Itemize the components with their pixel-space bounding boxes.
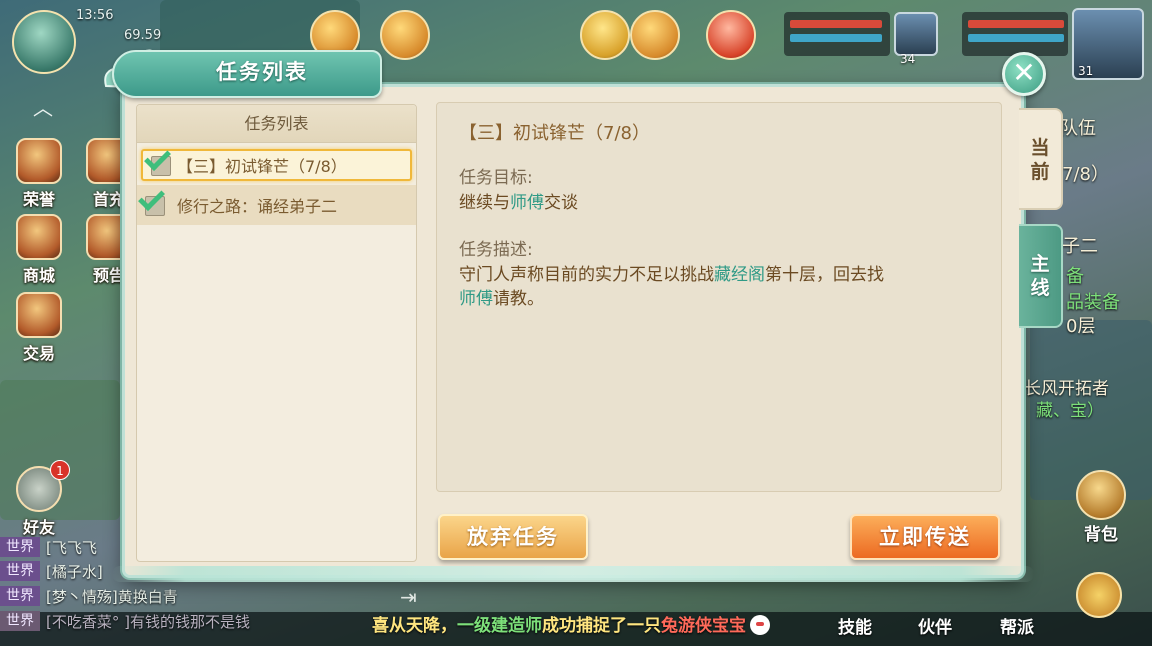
checkmark-icon [138, 184, 171, 217]
team-tracker-header: 队伍 [1060, 118, 1096, 139]
location-link-library[interactable]: 藏经阁 [714, 265, 765, 285]
chat-line[interactable]: 世界 [橘子水] [0, 560, 103, 582]
chat-line[interactable]: 世界 [不吃香菜° ]有钱的钱那不是钱 [0, 610, 250, 632]
chat-message: [不吃香菜° ]有钱的钱那不是钱 [46, 612, 250, 631]
broadcast-player: 一级建造师 [457, 616, 542, 636]
abandon-task-button[interactable]: 放弃任务 [438, 514, 588, 560]
clock: 13:56 [76, 8, 114, 23]
pet-face-icon [750, 615, 770, 635]
trade-button[interactable]: 交易 [8, 292, 70, 364]
swirl-icon[interactable] [1076, 572, 1122, 618]
scroll-icon[interactable] [380, 10, 430, 60]
bag-button[interactable]: 背包 [1076, 470, 1126, 545]
shop-button[interactable]: 商城 [8, 214, 70, 286]
honor-button[interactable]: 荣誉 [8, 138, 70, 210]
system-broadcast: 喜从天降，一级建造师成功捕捉了一只兔游侠宝宝 [372, 611, 770, 636]
chat-line[interactable]: 世界 [梦丶情殇]黄换白青 [0, 585, 178, 607]
chat-message: [梦丶情殇]黄换白青 [46, 587, 178, 606]
player-level: 31 [1078, 64, 1094, 78]
mp-bar [968, 34, 1064, 42]
tracker-fragment: 品装备 [1066, 292, 1120, 313]
skills-button[interactable]: 技能 [838, 613, 872, 638]
help-icon[interactable] [580, 10, 630, 60]
task-list-header: 任务列表 [137, 105, 416, 143]
chat-channel-tag: 世界 [0, 586, 40, 606]
guild-button[interactable]: 帮派 [1000, 613, 1034, 638]
task-item-label: 【三】初试锋芒（7/8） [177, 157, 347, 176]
tracker-fragment: 7/8） [1062, 164, 1109, 185]
chat-message: [飞飞飞 [46, 538, 97, 557]
collapse-arrow-icon[interactable]: ︿ [30, 92, 56, 120]
dialog-title: 任务列表 [216, 60, 308, 84]
tracker-fragment: 藏、宝） [1036, 401, 1104, 421]
tab-main-quest[interactable]: 主线 [1019, 224, 1063, 328]
team-member-panel[interactable] [784, 12, 890, 56]
broadcast-prefix: 喜从天降， [372, 616, 457, 636]
bag-icon [1076, 470, 1126, 520]
task-item-selected[interactable]: 【三】初试锋芒（7/8） [141, 144, 412, 181]
task-detail-panel: 【三】初试锋芒（7/8） 任务目标: 继续与师傅交谈 任务描述: 守门人声称目前… [436, 102, 1002, 492]
minimap-icon[interactable] [12, 10, 76, 74]
hp-bar [790, 20, 882, 28]
task-list-panel: 任务列表 【三】初试锋芒（7/8） 修行之路：诵经弟子二 [136, 104, 417, 562]
tab-current-label: 当前 [1030, 137, 1050, 183]
tracker-fragment: 备 [1066, 266, 1084, 287]
partner-button[interactable]: 伙伴 [918, 613, 952, 638]
task-description-label: 任务描述: [459, 240, 533, 260]
chat-channel-tag: 世界 [0, 611, 40, 631]
team-member-level: 34 [900, 52, 916, 66]
honor-icon [16, 138, 62, 184]
chat-line[interactable]: 世界 [飞飞飞 [0, 536, 97, 558]
task-description-text: 守门人声称目前的实力不足以挑战藏经阁第十层，回去找 师傅请教。 [459, 265, 884, 309]
broadcast-middle: 成功捕捉了一只 [542, 616, 661, 636]
trade-icon [16, 292, 62, 338]
npc-link-master[interactable]: 师傅 [459, 289, 493, 309]
chat-channel-tag: 世界 [0, 561, 40, 581]
task-item[interactable]: 修行之路：诵经弟子二 [137, 184, 416, 225]
exit-icon[interactable]: ⇥ [400, 585, 417, 609]
rabbit-event-icon[interactable] [630, 10, 680, 60]
friends-notification-badge: 1 [50, 460, 70, 480]
teleport-now-button[interactable]: 立即传送 [850, 514, 1000, 560]
task-detail-title: 【三】初试锋芒（7/8） [459, 123, 650, 144]
dialog-bottom-ornament [112, 566, 1034, 582]
task-goal-text: 继续与师傅交谈 [459, 193, 578, 213]
task-goal-label: 任务目标: [459, 168, 533, 188]
tracker-fragment: 子二 [1062, 236, 1098, 257]
tab-main-quest-label: 主线 [1030, 253, 1050, 299]
chat-message: [橘子水] [46, 562, 103, 581]
npc-link-master[interactable]: 师傅 [510, 193, 544, 213]
tracker-fragment: 0层 [1066, 316, 1096, 337]
chat-channel-tag: 世界 [0, 537, 40, 557]
checkmark-icon [144, 144, 177, 177]
shop-icon [16, 214, 62, 260]
gift-icon[interactable] [706, 10, 756, 60]
task-item-label: 修行之路：诵经弟子二 [177, 197, 338, 216]
close-button[interactable]: ✕ [1002, 52, 1046, 96]
broadcast-pet: 兔游侠宝宝 [661, 616, 746, 636]
tab-current[interactable]: 当前 [1019, 108, 1063, 210]
hp-bar [968, 20, 1064, 28]
mp-bar [790, 34, 882, 42]
team-member-portrait[interactable] [894, 12, 938, 56]
player-status-panel[interactable] [962, 12, 1068, 56]
